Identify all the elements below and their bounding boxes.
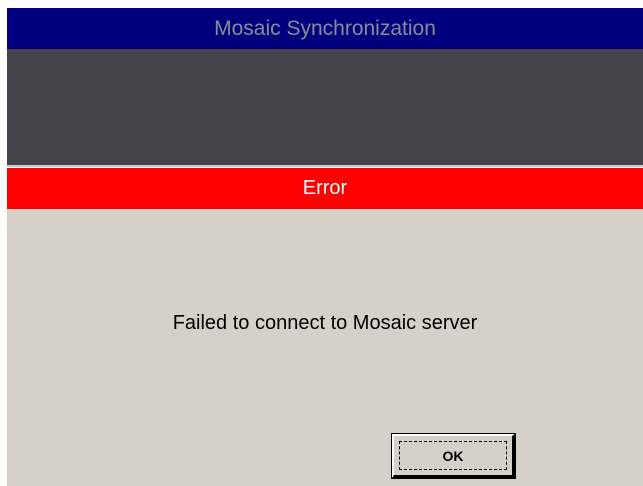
dark-panel bbox=[7, 49, 643, 165]
ok-button[interactable]: OK bbox=[391, 433, 516, 479]
app-window: Mosaic Synchronization Error Failed to c… bbox=[7, 0, 643, 486]
error-message: Failed to connect to Mosaic server bbox=[172, 312, 478, 334]
divider bbox=[7, 165, 643, 167]
error-header: Error bbox=[7, 168, 643, 209]
window-title: Mosaic Synchronization bbox=[7, 8, 643, 49]
dialog-body: Failed to connect to Mosaic server OK bbox=[7, 209, 643, 486]
ok-button-label: OK bbox=[399, 441, 507, 470]
